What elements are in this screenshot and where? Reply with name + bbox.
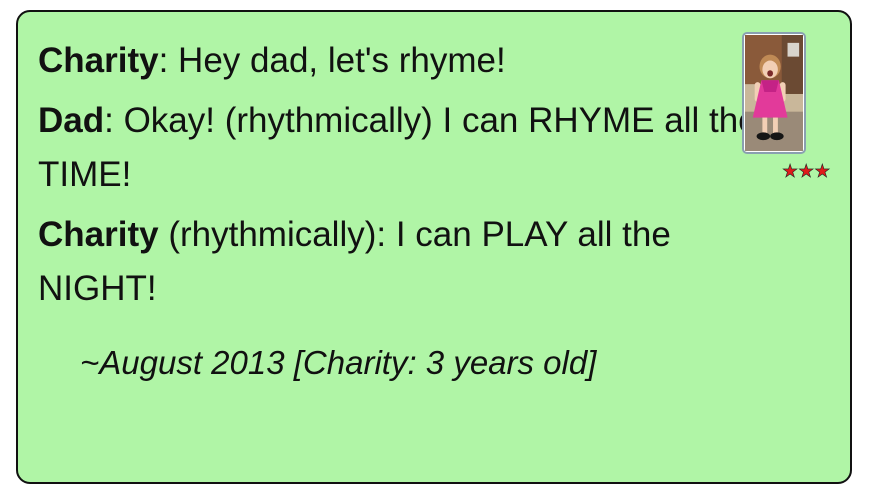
quote-attribution: ~August 2013 [Charity: 3 years old] (80, 344, 597, 381)
speaker-name: Charity (38, 215, 159, 254)
line-text: : Okay! (rhythmically) I can RHYME all t… (38, 101, 758, 194)
speaker-name: Charity (38, 41, 159, 80)
quote-text: Charity: Hey dad, let's rhyme! Dad: Okay… (38, 34, 778, 322)
quote-line: Charity: Hey dad, let's rhyme! (38, 34, 778, 88)
rating-stars: ★★★ (782, 161, 831, 181)
child-photo-icon (745, 35, 803, 151)
child-photo-thumbnail[interactable] (742, 32, 806, 154)
speaker-name: Dad (38, 101, 105, 140)
quote-line: Dad: Okay! (rhythmically) I can RHYME al… (38, 94, 778, 202)
quote-line: Charity (rhythmically): I can PLAY all t… (38, 208, 778, 316)
quote-card: Charity: Hey dad, let's rhyme! Dad: Okay… (16, 10, 852, 484)
line-text: : Hey dad, let's rhyme! (158, 41, 506, 80)
